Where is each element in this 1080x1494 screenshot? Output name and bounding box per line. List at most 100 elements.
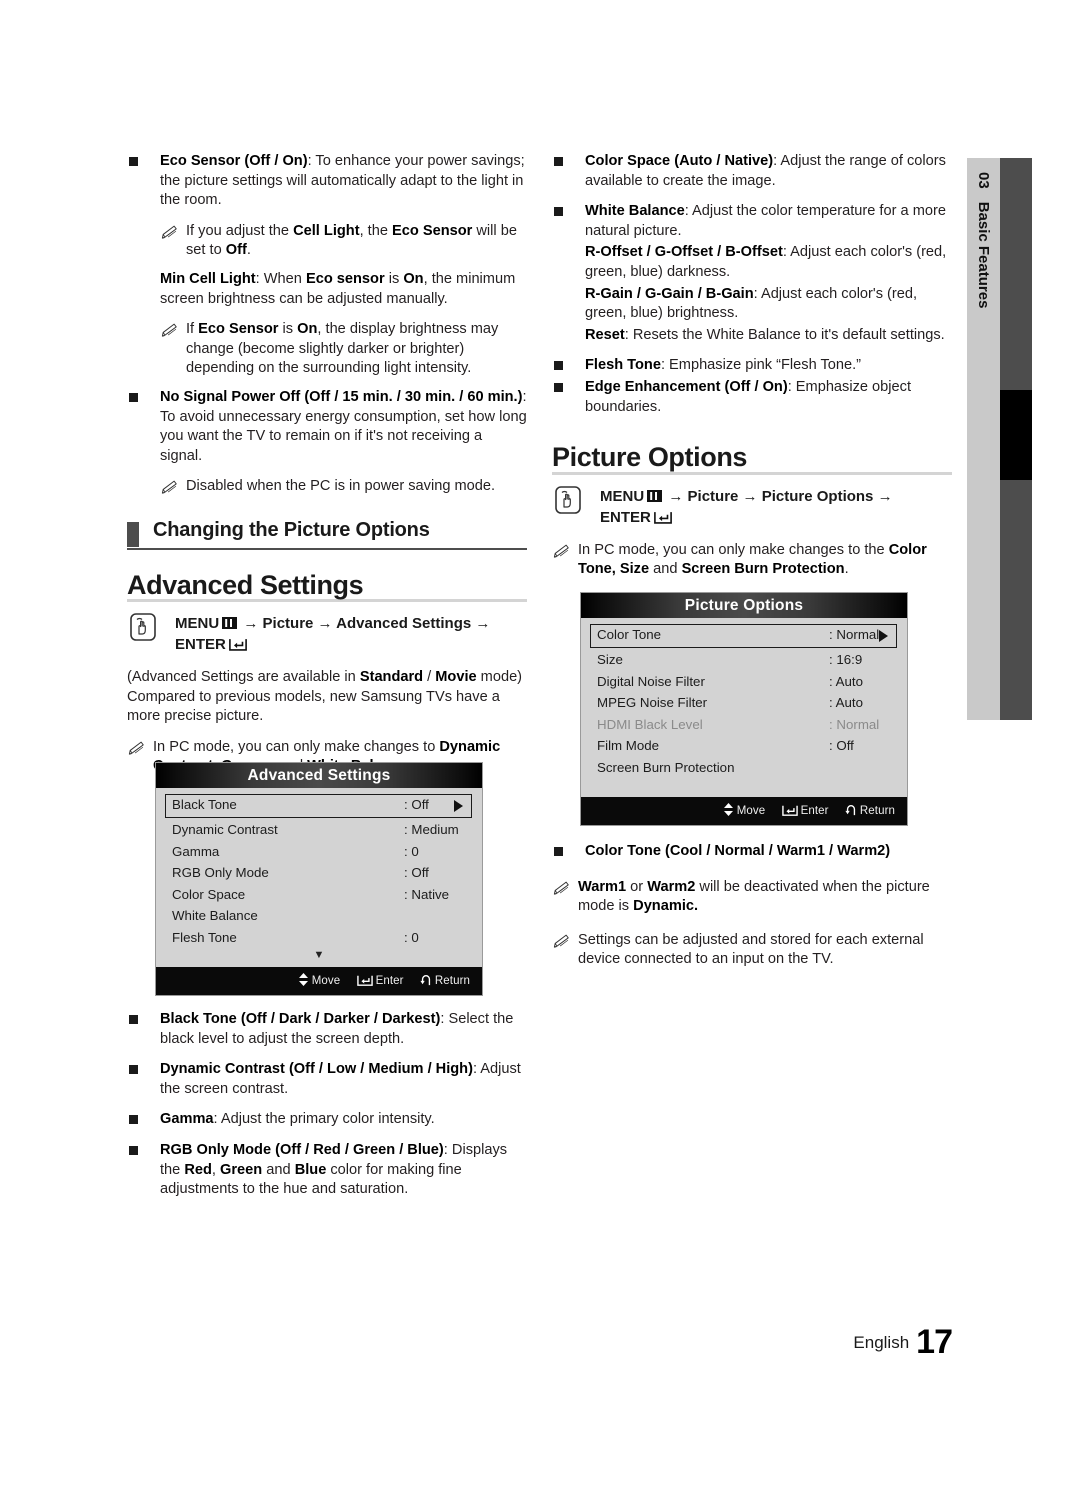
chevron-right-icon bbox=[879, 630, 888, 642]
arrow-3: → bbox=[475, 615, 491, 633]
page-title-picture-options: Picture Options bbox=[552, 444, 952, 475]
square-bullet-icon bbox=[554, 361, 563, 371]
square-bullet-icon bbox=[129, 1015, 138, 1024]
pencil-icon bbox=[161, 225, 177, 239]
osd-row-color-tone[interactable]: Color Tone : Normal bbox=[590, 624, 897, 648]
osd-footer-enter[interactable]: Enter bbox=[356, 975, 404, 987]
enter-key-icon bbox=[781, 805, 798, 816]
osd-row-size[interactable]: Size : 16:9 bbox=[591, 649, 897, 671]
color-tone-term: Color Tone (Cool / Normal / Warm1 / Warm… bbox=[585, 843, 891, 859]
bullet-no-signal-power-off: No Signal Power Off (Off / 15 min. / 30 … bbox=[127, 388, 527, 466]
mcl-text-2: is bbox=[384, 270, 404, 287]
arrow-2: → bbox=[317, 615, 333, 633]
paragraph-availability: (Advanced Settings are available in Stan… bbox=[127, 668, 527, 727]
note-text: Disabled when the PC is in power saving … bbox=[186, 478, 496, 495]
gains-term: R-Gain / G-Gain / B-Gain bbox=[585, 285, 754, 302]
osd-row-label: Size bbox=[597, 652, 623, 667]
menu-path-picture-options: MENU → Picture → Picture Options → ENTER bbox=[552, 485, 952, 528]
black-tone-term: Black Tone (Off / Dark / Darker / Darkes… bbox=[160, 1011, 441, 1027]
note-text-4: . bbox=[246, 242, 251, 259]
rgb-bold-red: Red bbox=[184, 1161, 212, 1178]
chevron-right-icon bbox=[454, 800, 463, 812]
footer-page-number: 17 bbox=[916, 1323, 953, 1361]
pencil-icon bbox=[128, 741, 144, 755]
chapter-label: Basic Features bbox=[975, 201, 992, 309]
updown-arrow-icon bbox=[298, 972, 308, 986]
white-balance-term: White Balance bbox=[585, 203, 685, 220]
osd-picture-options[interactable]: Picture Options Color Tone : Normal Size… bbox=[580, 592, 908, 826]
osd-footer-move[interactable]: Move bbox=[298, 972, 341, 987]
osd-row-white-balance[interactable]: White Balance bbox=[166, 905, 472, 927]
bullet-black-tone: Black Tone (Off / Dark / Darker / Darkes… bbox=[127, 1010, 527, 1049]
bullet-edge-enhancement: Edge Enhancement (Off / On): Emphasize o… bbox=[552, 378, 952, 417]
enter-key-icon bbox=[228, 639, 247, 651]
osd-row-black-tone[interactable]: Black Tone : Off bbox=[165, 794, 472, 818]
return-arrow-icon bbox=[420, 974, 430, 985]
note-bold-3: Off bbox=[225, 242, 247, 259]
pencil-icon bbox=[553, 544, 569, 558]
square-bullet-icon bbox=[554, 382, 563, 392]
osd-row-rgb-only-mode[interactable]: RGB Only Mode : Off bbox=[166, 862, 472, 884]
osd-title: Advanced Settings bbox=[156, 763, 482, 788]
bullet-white-balance: White Balance: Adjust the color temperat… bbox=[552, 202, 952, 241]
osd-row-color-space[interactable]: Color Space : Native bbox=[166, 884, 472, 906]
rgb-bold-green: Green bbox=[220, 1161, 263, 1178]
osd-row-value: : Native bbox=[404, 886, 450, 902]
menu-label: MENU bbox=[600, 487, 645, 505]
picture-options-label: Picture Options bbox=[552, 442, 748, 473]
color-space-term: Color Space (Auto / Native) bbox=[585, 153, 774, 169]
menu-step-picture: Picture bbox=[262, 615, 314, 633]
warm-bold-1: Warm1 bbox=[578, 878, 627, 895]
osd-row-dynamic-contrast[interactable]: Dynamic Contrast : Medium bbox=[166, 819, 472, 841]
osd-row-value: : Medium bbox=[404, 822, 459, 837]
osd-row-label: Black Tone bbox=[172, 797, 237, 812]
osd-scroll-down-caret-icon[interactable]: ▼ bbox=[166, 949, 472, 963]
page-title-advanced-settings: Advanced Settings bbox=[127, 571, 527, 603]
no-signal-term: No Signal Power Off (Off / 15 min. / 30 … bbox=[160, 388, 523, 405]
note-bold-1: Cell Light bbox=[293, 222, 360, 239]
note-bold-2: On bbox=[297, 321, 318, 338]
osd-row-label: White Balance bbox=[172, 908, 258, 924]
square-bullet-icon bbox=[129, 1115, 138, 1125]
osd-footer-return[interactable]: Return bbox=[845, 805, 895, 817]
rgb-term: RGB Only Mode (Off / Red / Green / Blue) bbox=[160, 1141, 444, 1158]
note-settings-stored: Settings can be adjusted and stored for … bbox=[552, 931, 952, 970]
warm-text-1: or bbox=[626, 878, 648, 895]
note-pc-mode-picture-options: In PC mode, you can only make changes to… bbox=[552, 541, 952, 580]
arrow-1: → bbox=[243, 615, 259, 633]
osd-row-label: Digital Noise Filter bbox=[597, 673, 705, 689]
arrow-1: → bbox=[668, 487, 684, 505]
osd-row-screen-burn-protection[interactable]: Screen Burn Protection bbox=[591, 757, 897, 779]
osd-row-mpeg-noise-filter[interactable]: MPEG Noise Filter : Auto bbox=[591, 692, 897, 714]
osd-row-label: Flesh Tone bbox=[172, 929, 237, 945]
chapter-tab: 03 Basic Features bbox=[967, 158, 1000, 720]
osd-row-digital-noise-filter[interactable]: Digital Noise Filter : Auto bbox=[591, 671, 897, 693]
osd-row-label: Color Tone bbox=[597, 627, 662, 642]
reset-term: Reset bbox=[585, 326, 625, 343]
paragraph-offsets: R-Offset / G-Offset / B-Offset: Adjust e… bbox=[585, 243, 952, 282]
menu-label: MENU bbox=[175, 615, 220, 633]
osd-row-label: Film Mode bbox=[597, 738, 660, 754]
menu-step-picture-options: Picture Options bbox=[761, 487, 874, 505]
note-min-cell-light: If Eco Sensor is On, the display brightn… bbox=[160, 320, 527, 379]
osd-row-film-mode[interactable]: Film Mode : Off bbox=[591, 735, 897, 757]
osd-footer-move[interactable]: Move bbox=[723, 802, 766, 817]
arrow-3: → bbox=[877, 487, 893, 505]
flesh-tone-desc: : Emphasize pink “Flesh Tone.” bbox=[660, 357, 862, 374]
menu-step-picture: Picture bbox=[687, 487, 739, 505]
left-column: Eco Sensor (Off / On): To enhance your p… bbox=[127, 152, 527, 786]
osd-row-flesh-tone[interactable]: Flesh Tone : 0 bbox=[166, 927, 472, 949]
pcn-text-1: In PC mode, you can only make changes to bbox=[153, 738, 440, 755]
osd-advanced-settings[interactable]: Advanced Settings Black Tone : Off Dynam… bbox=[155, 762, 483, 996]
menu-grid-icon bbox=[647, 489, 663, 502]
pcn-text-1: In PC mode, you can only make changes to… bbox=[578, 541, 889, 558]
pcn-bold-2: Screen Burn Protection bbox=[681, 561, 845, 578]
osd-footer-return[interactable]: Return bbox=[420, 975, 470, 987]
osd-row-gamma[interactable]: Gamma : 0 bbox=[166, 841, 472, 863]
paragraph-reset: Reset: Resets the White Balance to it's … bbox=[585, 326, 952, 346]
avail-bold-1: Standard bbox=[359, 669, 424, 686]
note-text-1: If bbox=[186, 321, 199, 338]
dynamic-contrast-term: Dynamic Contrast (Off / Low / Medium / H… bbox=[160, 1061, 473, 1078]
osd-footer-enter[interactable]: Enter bbox=[781, 805, 829, 817]
gamma-desc: : Adjust the primary color intensity. bbox=[213, 1111, 435, 1128]
